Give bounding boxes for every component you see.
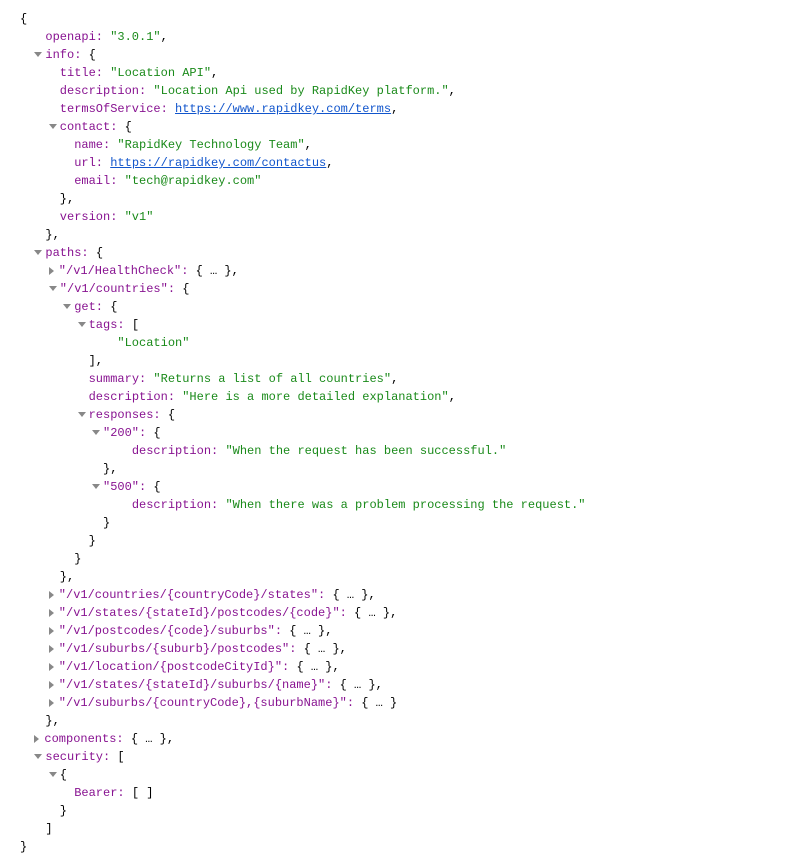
r200-close: }, xyxy=(20,460,776,478)
path-collapsed-line[interactable]: "/v1/states/{stateId}/suburbs/{name}": {… xyxy=(20,676,776,694)
path-collapsed-line[interactable]: "/v1/postcodes/{code}/suburbs": { … }, xyxy=(20,622,776,640)
brace-close: } xyxy=(20,838,776,856)
expand-icon[interactable] xyxy=(63,304,71,309)
collapse-icon[interactable] xyxy=(49,627,54,635)
expand-icon[interactable] xyxy=(34,250,42,255)
contact-url-line: url: https://rapidkey.com/contactus, xyxy=(20,154,776,172)
get-line[interactable]: get: { xyxy=(20,298,776,316)
terms-line: termsOfService: https://www.rapidkey.com… xyxy=(20,100,776,118)
info-line[interactable]: info: { xyxy=(20,46,776,64)
responses-line[interactable]: responses: { xyxy=(20,406,776,424)
countries-close: }, xyxy=(20,568,776,586)
contact-close: }, xyxy=(20,190,776,208)
r200-desc-line: description: "When the request has been … xyxy=(20,442,776,460)
info-close: }, xyxy=(20,226,776,244)
title-line: title: "Location API", xyxy=(20,64,776,82)
collapse-icon[interactable] xyxy=(49,591,54,599)
collapse-icon[interactable] xyxy=(49,663,54,671)
security-close: ] xyxy=(20,820,776,838)
contact-url-link[interactable]: https://rapidkey.com/contactus xyxy=(110,156,326,170)
path-collapsed-line[interactable]: "/v1/countries/{countryCode}/states": { … xyxy=(20,586,776,604)
expand-icon[interactable] xyxy=(34,754,42,759)
collapse-icon[interactable] xyxy=(49,645,54,653)
paths-line[interactable]: paths: { xyxy=(20,244,776,262)
tags-line[interactable]: tags: [ xyxy=(20,316,776,334)
responses-close: } xyxy=(20,532,776,550)
collapse-icon[interactable] xyxy=(49,609,54,617)
expand-icon[interactable] xyxy=(78,412,86,417)
contact-email-line: email: "tech@rapidkey.com" xyxy=(20,172,776,190)
get-description-line: description: "Here is a more detailed ex… xyxy=(20,388,776,406)
description-line: description: "Location Api used by Rapid… xyxy=(20,82,776,100)
openapi-line: openapi: "3.0.1", xyxy=(20,28,776,46)
get-close: } xyxy=(20,550,776,568)
tags-close: ], xyxy=(20,352,776,370)
path-collapsed-line[interactable]: "/v1/suburbs/{suburb}/postcodes": { … }, xyxy=(20,640,776,658)
r500-desc-line: description: "When there was a problem p… xyxy=(20,496,776,514)
version-line: version: "v1" xyxy=(20,208,776,226)
security-item-line[interactable]: { xyxy=(20,766,776,784)
expand-icon[interactable] xyxy=(49,772,57,777)
path-collapsed-line[interactable]: "/v1/states/{stateId}/postcodes/{code}":… xyxy=(20,604,776,622)
security-item-close: } xyxy=(20,802,776,820)
healthcheck-line[interactable]: "/v1/HealthCheck": { … }, xyxy=(20,262,776,280)
r500-line[interactable]: "500": { xyxy=(20,478,776,496)
tags-item: "Location" xyxy=(20,334,776,352)
expand-icon[interactable] xyxy=(78,322,86,327)
expand-icon[interactable] xyxy=(92,484,100,489)
collapse-icon[interactable] xyxy=(49,267,54,275)
countries-line[interactable]: "/v1/countries": { xyxy=(20,280,776,298)
expand-icon[interactable] xyxy=(49,286,57,291)
brace-open: { xyxy=(20,10,776,28)
collapse-icon[interactable] xyxy=(49,681,54,689)
json-viewer: { openapi: "3.0.1", info: { title: "Loca… xyxy=(20,10,776,856)
components-line[interactable]: components: { … }, xyxy=(20,730,776,748)
r500-close: } xyxy=(20,514,776,532)
path-collapsed-line[interactable]: "/v1/location/{postcodeCityId}": { … }, xyxy=(20,658,776,676)
bearer-line: Bearer: [ ] xyxy=(20,784,776,802)
collapse-icon[interactable] xyxy=(34,735,39,743)
summary-line: summary: "Returns a list of all countrie… xyxy=(20,370,776,388)
expand-icon[interactable] xyxy=(34,52,42,57)
path-collapsed-line[interactable]: "/v1/suburbs/{countryCode},{suburbName}"… xyxy=(20,694,776,712)
expand-icon[interactable] xyxy=(49,124,57,129)
expand-icon[interactable] xyxy=(92,430,100,435)
r200-line[interactable]: "200": { xyxy=(20,424,776,442)
contact-name-line: name: "RapidKey Technology Team", xyxy=(20,136,776,154)
contact-line[interactable]: contact: { xyxy=(20,118,776,136)
paths-close: }, xyxy=(20,712,776,730)
terms-link[interactable]: https://www.rapidkey.com/terms xyxy=(175,102,391,116)
security-line[interactable]: security: [ xyxy=(20,748,776,766)
collapse-icon[interactable] xyxy=(49,699,54,707)
